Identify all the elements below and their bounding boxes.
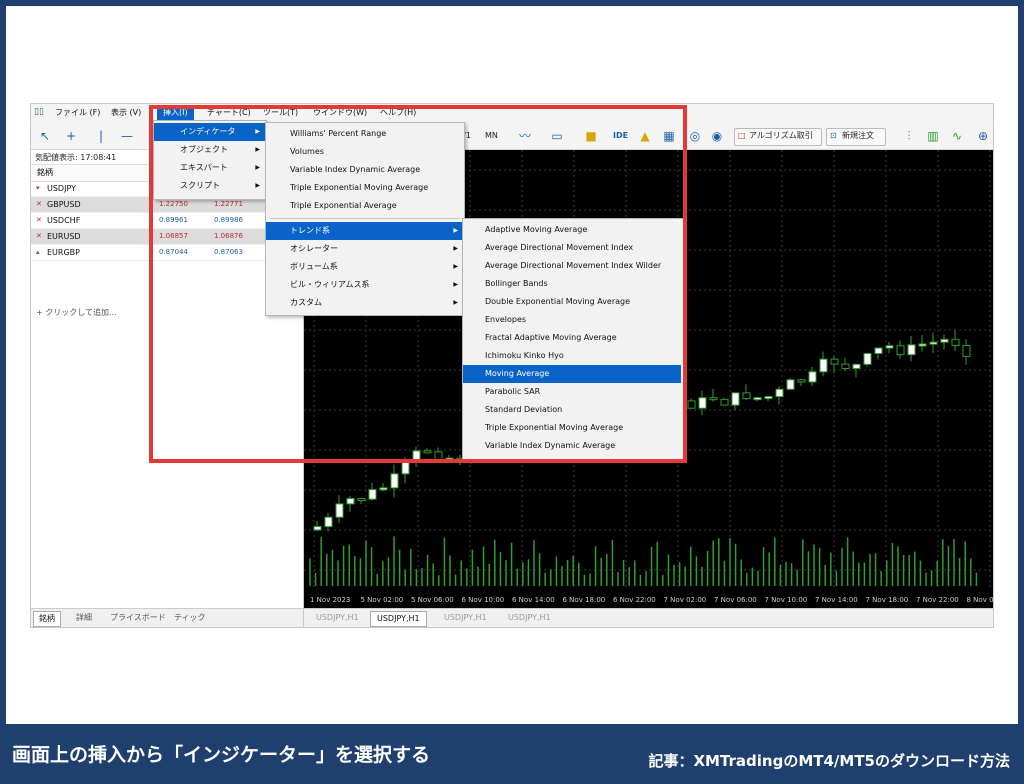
candle-body — [852, 363, 861, 370]
candle-body — [896, 345, 905, 356]
x-axis-label: 7 Nov 06:00 — [714, 596, 757, 604]
candle-body — [775, 388, 784, 398]
x-axis-label: 6 Nov 22:00 — [613, 596, 656, 604]
symbol-column-label: 銘柄 — [37, 168, 53, 177]
stop-icon: □ — [738, 131, 746, 140]
trend-down-icon: ✕ — [36, 232, 42, 240]
horizontal-line-icon[interactable]: — — [119, 128, 135, 144]
menu-file[interactable]: ファイル (F) — [49, 106, 106, 120]
symbol-name: GBPUSD — [47, 200, 81, 209]
chart-tab-2[interactable]: USDJPY,H1 — [370, 611, 427, 627]
algo-trading-button[interactable]: □ アルゴリズム取引 — [734, 128, 822, 146]
candle-body — [324, 516, 333, 528]
menu-view[interactable]: 表示 (V) — [105, 106, 147, 120]
x-axis-label: 7 Nov 02:00 — [664, 596, 707, 604]
new-order-button[interactable]: ⊡ 新規注文 — [826, 128, 886, 146]
candlestick-icon[interactable]: ▥ — [925, 128, 941, 144]
market-watch-tabs: 銘柄 詳細 プライスボード ティック — [31, 608, 303, 627]
tab-details[interactable]: 詳細 — [71, 611, 97, 625]
candle-body — [335, 503, 344, 518]
candle-body — [313, 526, 322, 531]
trend-down-icon: ✕ — [36, 216, 42, 224]
candle-body — [390, 473, 399, 489]
candle-body — [874, 347, 883, 355]
candle-body — [797, 379, 806, 383]
candle-body — [753, 397, 762, 401]
symbol-name: USDCHF — [47, 216, 81, 225]
caption-title: 画面上の挿入から「インジケーター」を選択する — [12, 744, 431, 766]
symbol-name: USDJPY — [47, 184, 76, 193]
candle-body — [951, 338, 960, 346]
candle-body — [786, 379, 795, 390]
x-axis-label: 7 Nov 14:00 — [815, 596, 858, 604]
candle-body — [841, 363, 850, 370]
x-axis-label: 5 Nov 02:00 — [361, 596, 404, 604]
line-chart-icon[interactable]: ∿ — [949, 128, 965, 144]
trend-down-icon: ✕ — [36, 200, 42, 208]
cursor-icon[interactable]: ↖ — [37, 128, 53, 144]
candle-body — [819, 358, 828, 373]
symbol-name: EURGBP — [47, 248, 80, 257]
market-watch-header: 気配値表示: 17:08:41 — [35, 153, 117, 162]
candle-body — [940, 338, 949, 343]
crosshair-icon[interactable]: + — [63, 128, 79, 144]
candle-body — [720, 398, 729, 406]
candle-body — [863, 353, 872, 365]
candle-body — [709, 397, 718, 401]
caption-source: 記事：XMTradingのMT4/MT5のダウンロード方法 — [648, 752, 1010, 770]
new-order-label: 新規注文 — [842, 131, 874, 140]
highlight-box — [149, 105, 687, 463]
x-axis-label: 6 Nov 10:00 — [462, 596, 505, 604]
trend-up-icon: ▴ — [36, 248, 40, 256]
candle-body — [742, 392, 751, 400]
vertical-line-icon[interactable]: | — [93, 128, 109, 144]
chart-tab-3[interactable]: USDJPY,H1 — [438, 611, 493, 625]
candle-body — [687, 400, 696, 409]
candle-body — [929, 341, 938, 345]
trend-down-icon: ▾ — [36, 184, 40, 192]
zoom-icon[interactable]: ⊕ — [975, 128, 991, 144]
target-icon[interactable]: ◉ — [709, 128, 725, 144]
tab-symbols[interactable]: 銘柄 — [33, 611, 61, 627]
candle-body — [698, 397, 707, 409]
app-logo-icon: ▯▯ — [34, 107, 44, 117]
bar-chart-icon[interactable]: ⫶ — [901, 128, 917, 144]
chart-tab-4[interactable]: USDJPY,H1 — [502, 611, 557, 625]
candle-body — [918, 343, 927, 347]
candle-body — [379, 487, 388, 491]
x-axis-label: 7 Nov 22:00 — [916, 596, 959, 604]
x-axis-label: 7 Nov 18:00 — [866, 596, 909, 604]
chart-tab-1[interactable]: USDJPY,H1 — [310, 611, 365, 625]
algo-trading-label: アルゴリズム取引 — [749, 131, 813, 140]
candle-body — [885, 345, 894, 349]
candle-body — [357, 498, 366, 502]
candle-body — [830, 358, 839, 365]
x-axis-label: 7 Nov 10:00 — [765, 596, 808, 604]
candle-body — [808, 371, 817, 383]
x-axis-label: 6 Nov 14:00 — [512, 596, 555, 604]
candle-body — [401, 461, 410, 475]
candle-body — [731, 392, 740, 406]
candle-body — [764, 396, 773, 400]
tab-priceboard[interactable]: プライスボード — [105, 611, 171, 625]
candle-body — [368, 489, 377, 500]
add-symbol-link[interactable]: + クリックして追加... — [36, 307, 117, 318]
candle-body — [346, 498, 355, 505]
x-axis-label: 6 Nov 18:00 — [563, 596, 606, 604]
chart-tabs: USDJPY,H1 USDJPY,H1 USDJPY,H1 USDJPY,H1 — [304, 608, 993, 627]
symbol-name: EURUSD — [47, 232, 81, 241]
candle-body — [962, 344, 971, 357]
x-axis-label: 8 Nov 02 — [967, 596, 994, 604]
globe-icon[interactable]: ◎ — [687, 128, 703, 144]
x-axis-label: 1 Nov 2023 — [310, 596, 350, 604]
tab-ticks[interactable]: ティック — [169, 611, 211, 625]
x-axis-label: 5 Nov 06:00 — [411, 596, 454, 604]
order-icon: ⊡ — [830, 131, 837, 140]
candle-body — [907, 344, 916, 356]
